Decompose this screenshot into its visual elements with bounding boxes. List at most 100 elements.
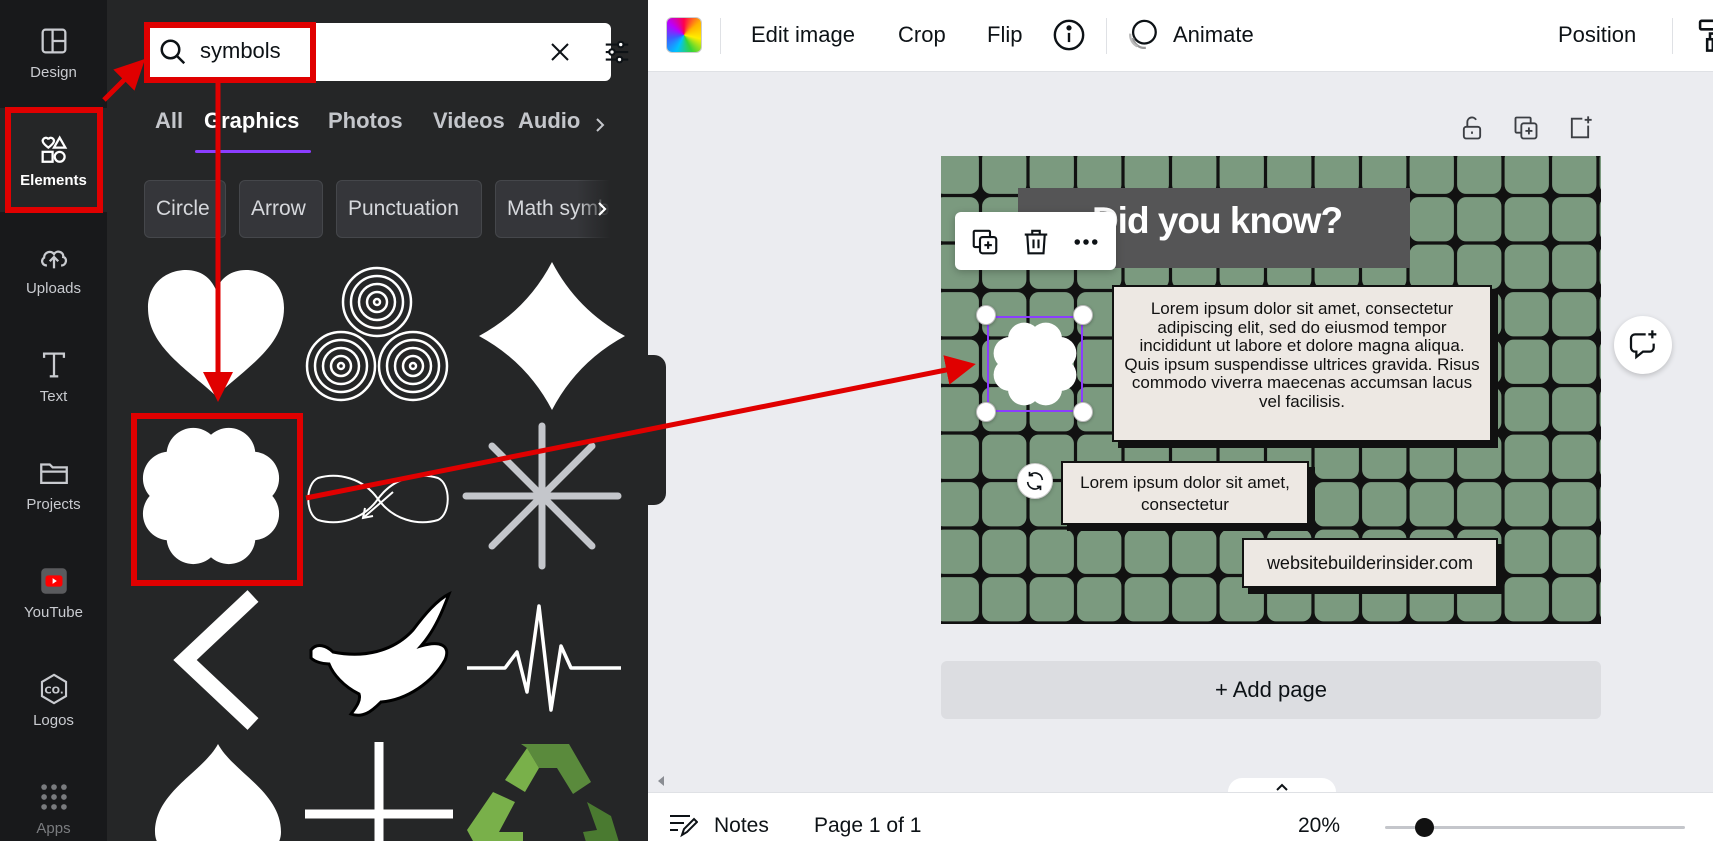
rail-item-elements[interactable]: Elements [0,108,107,212]
horizontal-scrollbar[interactable] [648,770,1713,792]
toolbar-divider [720,18,721,54]
text-t-icon [42,352,65,377]
toolbar-divider [1106,18,1107,54]
panel-collapse-handle[interactable] [646,355,666,505]
chevron-left-icon [173,590,259,730]
chevron-right-icon[interactable] [590,113,610,137]
rotate-handle[interactable] [1017,463,1053,499]
dove-icon [309,590,452,717]
search-value[interactable]: symbols [200,38,281,64]
toolbar-divider [1672,18,1673,54]
svg-text:CO.: CO. [44,685,63,696]
rail-label: Apps [36,819,71,837]
text-card-small[interactable]: Lorem ipsum dolor sit amet, consectetur [1061,461,1309,525]
rotate-icon [1026,471,1044,491]
element-triple-spiral[interactable] [303,264,451,408]
rail-item-logos[interactable]: CO. Logos [0,648,107,752]
add-page-button[interactable]: + Add page [941,661,1601,719]
paint-roller-icon[interactable] [1695,18,1713,52]
element-recycle[interactable] [463,742,623,841]
add-page-icon[interactable] [1566,114,1594,142]
element-chevron-left[interactable] [171,590,263,730]
rail-item-apps[interactable]: Apps [0,756,107,841]
website-card[interactable]: websitebuilderinsider.com [1242,538,1498,588]
text-card-main[interactable]: Lorem ipsum dolor sit amet, consectetur … [1112,285,1492,442]
selection-box[interactable] [987,316,1083,412]
duplicate-page-icon[interactable] [1512,114,1540,142]
page-indicator[interactable]: Page 1 of 1 [814,814,921,838]
rail-label: Uploads [25,279,82,297]
tab-photos[interactable]: Photos [328,108,403,134]
rail-label: YouTube [24,603,83,621]
element-heart[interactable] [143,268,289,398]
rail-item-text[interactable]: Text [0,324,107,428]
lock-open-icon[interactable] [1458,114,1486,142]
heart-icon [148,270,284,396]
edit-image-button[interactable]: Edit image [751,22,855,48]
chip-punctuation[interactable]: Punctuation [336,180,482,238]
rail-item-projects[interactable]: Projects [0,432,107,536]
content-tabs: All Graphics Photos Videos Audio [155,108,625,148]
animate-icon [1129,19,1157,49]
resize-handle-bottom-left[interactable] [976,402,996,422]
close-icon[interactable] [548,40,572,64]
element-dove[interactable] [303,590,455,720]
tab-videos[interactable]: Videos [433,108,505,134]
more-options-icon[interactable] [1071,227,1101,257]
tab-graphics[interactable]: Graphics [204,108,299,134]
element-diamond[interactable] [477,260,627,412]
element-clover[interactable] [137,420,285,572]
add-page-label: + Add page [1215,677,1327,702]
comment-plus-icon [1629,330,1657,360]
chevron-right-icon[interactable] [592,197,612,221]
chip-arrow[interactable]: Arrow [239,180,323,238]
chip-label: Punctuation [348,197,459,220]
filter-sliders-icon[interactable] [602,37,632,67]
info-icon[interactable] [1052,18,1086,52]
tab-all[interactable]: All [155,108,183,134]
tab-audio[interactable]: Audio [518,108,580,134]
rail-item-youtube[interactable]: YouTube [0,540,107,644]
resize-handle-top-right[interactable] [1073,305,1093,325]
rail-label: Elements [20,171,87,189]
position-button[interactable]: Position [1558,22,1636,48]
element-cross[interactable] [303,742,455,841]
chip-label: Circle [156,197,210,220]
trash-icon[interactable] [1021,227,1051,257]
rail-item-design[interactable]: Design [0,0,107,104]
zoom-level[interactable]: 20% [1298,814,1340,838]
element-heartbeat[interactable] [465,596,623,714]
card-text: websitebuilderinsider.com [1266,553,1474,573]
chip-circle[interactable]: Circle [144,180,226,238]
card-text: Lorem ipsum dolor sit amet, consectetur [1080,473,1290,514]
notes-icon [670,815,698,838]
infinity-icon [307,474,449,524]
spade-icon [155,744,281,841]
rail-label: Design [30,63,77,81]
editor-toolbar: Edit image Crop Flip Animate Position [648,0,1713,72]
element-spade[interactable] [153,742,283,841]
element-asterisk[interactable] [462,422,622,570]
search-input[interactable]: symbols [144,23,629,81]
color-picker-button[interactable] [666,17,702,53]
asterisk-icon [462,422,622,570]
resize-handle-top-left[interactable] [976,305,996,325]
cross-icon [305,742,453,841]
logo-co-icon: CO. [40,673,67,704]
triple-spiral-icon [305,266,449,402]
zoom-slider-thumb[interactable] [1415,818,1434,837]
rail-item-uploads[interactable]: Uploads [0,216,107,320]
clover-icon [142,427,280,565]
rail-label: Text [39,387,68,405]
flip-button[interactable]: Flip [987,22,1022,48]
scroll-left-icon[interactable] [656,775,666,787]
add-comment-button[interactable] [1614,316,1672,374]
resize-handle-bottom-right[interactable] [1073,402,1093,422]
duplicate-icon[interactable] [970,227,1000,257]
crop-button[interactable]: Crop [898,22,946,48]
notes-button[interactable]: Notes [714,814,769,838]
animate-button[interactable]: Animate [1173,22,1254,48]
active-tab-indicator [195,150,311,153]
heartbeat-icon [467,604,621,712]
element-infinity[interactable] [303,468,453,530]
